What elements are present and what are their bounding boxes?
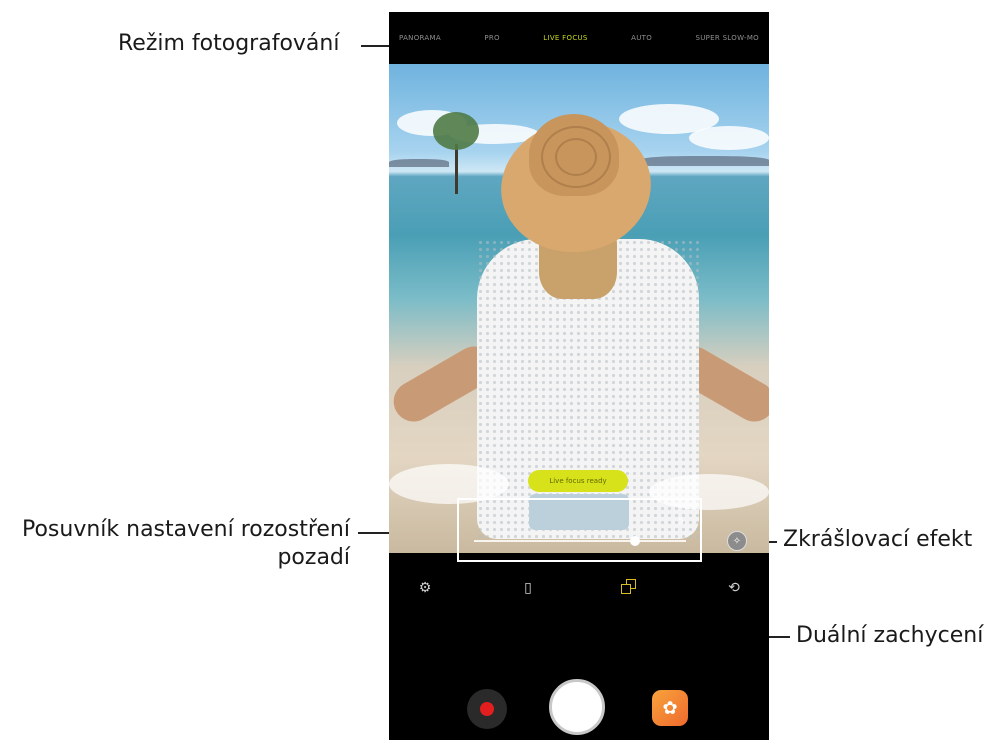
- background-blur-slider[interactable]: 5: [457, 498, 702, 562]
- callout-blur-slider-line1: Posuvník nastavení rozostření: [21, 517, 350, 542]
- shutter-button[interactable]: [549, 679, 605, 735]
- blur-slider-track[interactable]: [474, 540, 686, 542]
- callout-blur-slider-line2: pozadí: [277, 545, 350, 570]
- callout-shooting-mode: Režim fotografování: [118, 31, 340, 56]
- mode-auto[interactable]: AUTO: [631, 34, 652, 42]
- mode-super-slow-mo[interactable]: SUPER SLOW-MO: [695, 34, 759, 42]
- callout-dual-capture: Duální zachycení: [796, 623, 984, 648]
- tree-crown: [433, 112, 479, 150]
- callout-beauty-effect: Zkrášlovací efekt: [783, 527, 973, 552]
- aspect-ratio-icon[interactable]: ▯: [518, 580, 538, 596]
- camera-screen: PANORAMA PRO LIVE FOCUS AUTO SUPER SLOW-…: [389, 12, 769, 740]
- record-icon: [480, 702, 494, 716]
- beauty-effect-button[interactable]: ✧: [727, 531, 747, 551]
- camera-controls-row: ⚙ ▯ ⟲: [389, 578, 769, 608]
- blur-value: 5: [678, 517, 684, 527]
- live-focus-ready-badge: Live focus ready: [528, 470, 628, 492]
- dual-capture-icon[interactable]: [621, 579, 637, 595]
- callout-line-shooting-mode: [361, 45, 389, 47]
- distant-island: [389, 159, 449, 167]
- switch-camera-icon[interactable]: ⟲: [724, 580, 744, 596]
- beauty-icon: ✧: [732, 535, 742, 547]
- callout-blur-slider: Posuvník nastavení rozostření pozadí: [22, 516, 350, 572]
- effects-button[interactable]: ✿: [652, 690, 688, 726]
- mode-live-focus[interactable]: LIVE FOCUS: [543, 34, 587, 42]
- mode-pro[interactable]: PRO: [484, 34, 500, 42]
- hat-weave: [555, 138, 597, 176]
- settings-icon[interactable]: ⚙: [415, 580, 435, 596]
- mode-panorama[interactable]: PANORAMA: [399, 34, 441, 42]
- shooting-mode-bar[interactable]: PANORAMA PRO LIVE FOCUS AUTO SUPER SLOW-…: [389, 12, 769, 64]
- effects-icon: ✿: [662, 697, 678, 719]
- distant-island: [639, 156, 769, 166]
- tree-trunk: [455, 144, 458, 194]
- cloud: [689, 126, 769, 150]
- record-button[interactable]: [467, 689, 507, 729]
- blur-slider-thumb[interactable]: [630, 536, 641, 546]
- dual-capture-front-square: [621, 584, 631, 594]
